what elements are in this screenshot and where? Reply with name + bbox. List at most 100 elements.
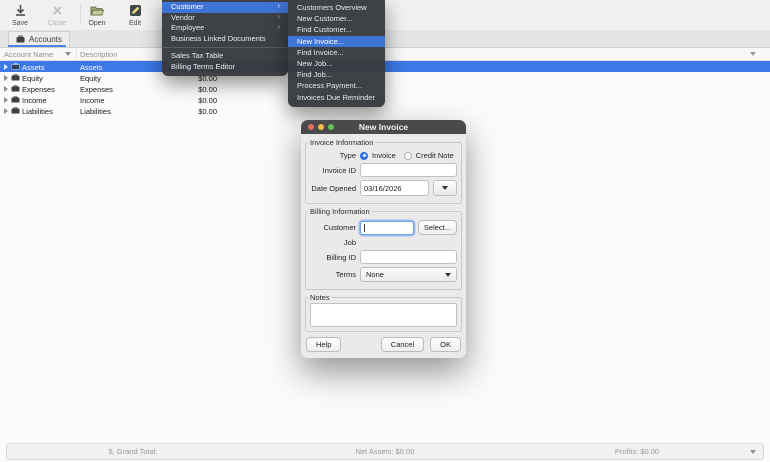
table-row-income[interactable]: Income Income $0.00 xyxy=(0,94,770,105)
dialog-title-bar[interactable]: New Invoice xyxy=(301,120,466,134)
edit-label: Edit xyxy=(128,19,142,27)
active-tab-indicator xyxy=(8,45,66,47)
open-folder-icon xyxy=(90,4,104,19)
toolbar-separator xyxy=(80,4,81,25)
menu-item-employee[interactable]: Employee › xyxy=(162,23,288,34)
menu-item-label: Invoices Due Reminder xyxy=(297,92,375,102)
column-header-account-name[interactable]: Account Name xyxy=(4,50,53,59)
expander-icon[interactable] xyxy=(4,86,8,92)
close-window-icon[interactable] xyxy=(308,124,314,130)
grand-total-label: $, Grand Total: xyxy=(108,447,158,456)
date-picker-button[interactable] xyxy=(433,180,457,196)
close-label: Close xyxy=(48,19,66,27)
dialog-buttons: Help Cancel OK xyxy=(305,337,462,352)
menu-item-label: Find Job... xyxy=(297,70,333,80)
menu-item-new-job[interactable]: New Job... xyxy=(288,58,385,69)
menu-item-label: Vendor xyxy=(171,12,195,22)
invoice-information-group: Invoice Information Type Invoice Credit … xyxy=(305,138,462,204)
column-header-description[interactable]: Description xyxy=(80,50,118,59)
notes-group: Notes xyxy=(305,293,462,332)
cancel-button[interactable]: Cancel xyxy=(380,337,425,352)
invoice-id-input[interactable] xyxy=(360,163,457,177)
invoice-radio[interactable] xyxy=(360,151,368,160)
save-icon xyxy=(14,4,27,19)
accounts-table: Assets Assets $0.00 Equity Equity $0.00 … xyxy=(0,61,770,116)
close-icon xyxy=(51,4,64,19)
expander-icon[interactable] xyxy=(4,108,8,114)
customer-input[interactable] xyxy=(360,220,414,235)
menu-item-business-linked-documents[interactable]: Business Linked Documents xyxy=(162,34,288,45)
open-button[interactable]: Open xyxy=(82,2,112,28)
billing-id-input[interactable] xyxy=(360,250,457,264)
column-chooser-icon[interactable] xyxy=(750,52,756,56)
table-row-equity[interactable]: Equity Equity $0.00 xyxy=(0,72,770,83)
menu-item-label: New Job... xyxy=(297,58,333,68)
edit-button[interactable]: Edit xyxy=(120,2,150,28)
account-name: Liabilities xyxy=(22,106,53,116)
account-total: $0.00 xyxy=(198,95,217,105)
status-bar: $, Grand Total: Net Assets: $0.00 Profit… xyxy=(6,443,764,460)
account-description: Expenses xyxy=(80,84,113,94)
menu-item-find-job[interactable]: Find Job... xyxy=(288,69,385,80)
table-row-expenses[interactable]: Expenses Expenses $0.00 xyxy=(0,83,770,94)
minimize-window-icon[interactable] xyxy=(318,124,324,130)
menu-item-label: Find Customer... xyxy=(297,25,353,35)
menu-item-label: Process Payment... xyxy=(297,81,363,91)
invoice-radio-label: Invoice xyxy=(372,151,396,160)
menu-item-find-customer[interactable]: Find Customer... xyxy=(288,24,385,35)
menu-item-label: Employee xyxy=(171,23,205,32)
customer-submenu: Customers Overview New Customer... Find … xyxy=(288,0,385,107)
save-label: Save xyxy=(12,19,28,27)
menu-item-sales-tax-table[interactable]: Sales Tax Table xyxy=(162,51,288,62)
notes-textarea[interactable] xyxy=(310,303,457,327)
button-spacer xyxy=(347,337,374,352)
terms-dropdown[interactable]: None xyxy=(360,267,457,282)
expander-icon[interactable] xyxy=(4,64,8,70)
menu-item-billing-terms-editor[interactable]: Billing Terms Editor xyxy=(162,62,288,73)
menu-item-process-payment[interactable]: Process Payment... xyxy=(288,80,385,91)
account-name: Income xyxy=(22,95,47,105)
sort-arrow-icon xyxy=(65,52,71,56)
tab-bar: Accounts xyxy=(0,30,770,48)
menu-separator xyxy=(163,47,287,48)
text-caret xyxy=(364,223,365,232)
menu-item-new-invoice[interactable]: New Invoice... xyxy=(288,35,385,47)
status-bar-chevron-icon[interactable] xyxy=(750,450,756,454)
column-divider[interactable] xyxy=(76,49,77,59)
date-opened-input[interactable]: 03/16/2026 xyxy=(360,180,429,196)
menu-item-new-customer[interactable]: New Customer... xyxy=(288,13,385,24)
billing-information-legend: Billing Information xyxy=(310,207,370,216)
menu-item-label: Billing Terms Editor xyxy=(171,61,236,71)
ok-button[interactable]: OK xyxy=(430,337,461,352)
terms-row: Terms None xyxy=(310,267,457,282)
notes-legend: Notes xyxy=(310,293,330,302)
menu-item-invoices-due-reminder[interactable]: Invoices Due Reminder xyxy=(288,92,385,103)
table-row-liabilities[interactable]: Liabilities Liabilities $0.00 xyxy=(0,105,770,116)
billing-information-group: Billing Information Customer Select... J… xyxy=(305,207,462,290)
credit-note-radio[interactable] xyxy=(403,151,412,160)
submenu-arrow-icon: › xyxy=(277,23,280,32)
menu-item-customer[interactable]: Customer › xyxy=(162,2,288,13)
save-button[interactable]: Save xyxy=(2,2,38,28)
account-description: Assets xyxy=(80,62,103,72)
menu-item-vendor[interactable]: Vendor › xyxy=(162,13,288,24)
edit-icon xyxy=(129,4,142,19)
help-button[interactable]: Help xyxy=(306,337,342,352)
invoice-information-legend: Invoice Information xyxy=(310,138,374,147)
menu-item-find-invoice[interactable]: Find Invoice... xyxy=(288,47,385,58)
dialog-title: New Invoice xyxy=(358,122,409,132)
job-row: Job xyxy=(310,238,457,247)
menu-item-label: Customers Overview xyxy=(297,3,367,12)
menu-item-customers-overview[interactable]: Customers Overview xyxy=(288,2,385,13)
menu-item-label: Customer xyxy=(171,2,204,11)
account-name: Expenses xyxy=(22,84,55,94)
customer-label: Customer xyxy=(323,223,356,232)
select-customer-button[interactable]: Select... xyxy=(417,220,457,235)
table-row-assets[interactable]: Assets Assets $0.00 xyxy=(0,61,770,72)
account-name: Assets xyxy=(22,62,45,72)
menu-item-label: Sales Tax Table xyxy=(171,51,224,60)
billing-id-row: Billing ID xyxy=(310,250,457,264)
expander-icon[interactable] xyxy=(4,75,8,81)
zoom-window-icon[interactable] xyxy=(328,124,334,130)
expander-icon[interactable] xyxy=(4,97,8,103)
